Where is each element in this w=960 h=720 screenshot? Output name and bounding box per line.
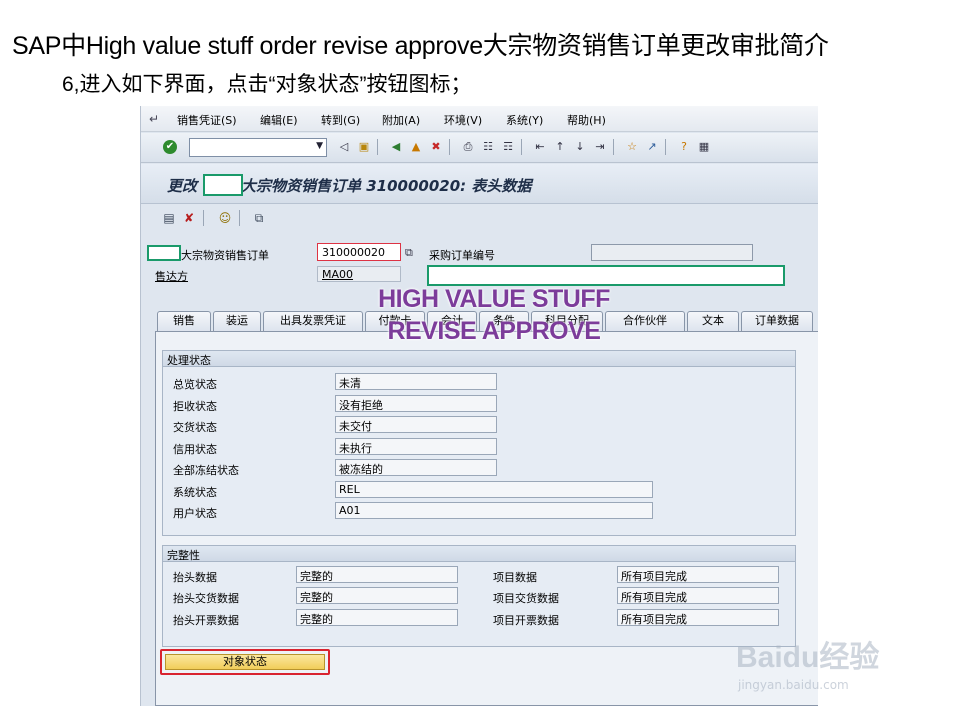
group-title: 完整性	[163, 546, 795, 562]
help-icon[interactable]: ?	[677, 140, 691, 154]
copy-icon[interactable]: ⧉	[405, 246, 413, 260]
find-icon[interactable]: ☷	[481, 140, 495, 154]
watermark-logo: Baidu经验	[736, 641, 880, 674]
slide-step-text: 6,进入如下界面，点击“对象状态”按钮图标；	[62, 73, 472, 96]
standard-toolbar: ✔ ▼ ◁ ▣ ◀ ▲ ✖ ⎙ ☷ ☶ ⇤ ↑ ↓ ⇥ ☆ ↗ ? ▦	[141, 133, 818, 163]
toolbar-separator	[521, 139, 522, 155]
tab-shipping[interactable]: 装运	[213, 311, 261, 331]
first-page-icon[interactable]: ⇤	[533, 140, 547, 154]
status-label: 信用状态	[173, 443, 217, 456]
toolbar-separator	[449, 139, 450, 155]
completeness-value: 完整的	[296, 587, 458, 604]
sold-to-label: 售达方	[155, 270, 188, 283]
completeness-value: 完整的	[296, 609, 458, 626]
back-icon[interactable]: ◀	[389, 140, 403, 154]
order-number-field[interactable]: 310000020	[317, 243, 401, 261]
menu-edit[interactable]: 编辑(E)	[260, 112, 298, 128]
status-value: 未交付	[335, 416, 497, 433]
cancel-icon[interactable]: ✖	[429, 140, 443, 154]
watermark-url: jingyan.baidu.com	[738, 678, 849, 692]
overlay-line: HIGH VALUE STUFF	[378, 285, 610, 313]
redaction-box	[203, 174, 243, 196]
completeness-value: 完整的	[296, 566, 458, 583]
po-number-field[interactable]	[591, 244, 753, 261]
processing-status-group: 处理状态 总览状态 未清 拒收状态 没有拒绝 交货状态 未交付 信用状态 未执行…	[162, 350, 796, 536]
menu-goto[interactable]: 转到(G)	[321, 112, 360, 128]
status-label: 拒收状态	[173, 400, 217, 413]
screen-title-prefix: 更改	[167, 177, 198, 195]
find-next-icon[interactable]: ☶	[501, 140, 515, 154]
status-value: 未执行	[335, 438, 497, 455]
completeness-group: 完整性 抬头数据 完整的 抬头交货数据 完整的 抬头开票数据 完整的 项目数据 …	[162, 545, 796, 647]
status-value: A01	[335, 502, 653, 519]
document-flow-icon[interactable]: ⧉	[251, 210, 267, 226]
exit-icon[interactable]: ▲	[409, 140, 423, 154]
shortcut-icon[interactable]: ↗	[645, 140, 659, 154]
menu-exit-icon[interactable]: ↵	[149, 112, 159, 126]
last-page-icon[interactable]: ⇥	[593, 140, 607, 154]
status-value: 被冻结的	[335, 459, 497, 476]
baidu-watermark: Baidu经验 jingyan.baidu.com	[736, 632, 936, 704]
layout-menu-icon[interactable]: ▦	[697, 140, 711, 154]
tab-texts[interactable]: 文本	[687, 311, 739, 331]
previous-page-icon[interactable]: ↑	[553, 140, 567, 154]
slide-title: SAP中High value stuff order revise approv…	[12, 32, 829, 60]
application-toolbar: ▤ ✘ ☺ ⧉	[141, 205, 818, 231]
display-icon[interactable]: ▤	[161, 210, 177, 226]
completeness-value: 所有项目完成	[617, 609, 779, 626]
back-arrow-icon[interactable]: ◁	[337, 140, 351, 154]
toolbar-separator	[613, 139, 614, 155]
overlay-caption: HIGH VALUE STUFF REVISE APPROVE	[354, 283, 634, 347]
chevron-down-icon[interactable]: ▼	[316, 141, 323, 151]
menu-bar: ↵ 销售凭证(S) 编辑(E) 转到(G) 附加(A) 环境(V) 系统(Y) …	[141, 106, 818, 132]
status-label: 交货状态	[173, 421, 217, 434]
status-value: REL	[335, 481, 653, 498]
completeness-label: 项目交货数据	[493, 592, 559, 605]
group-title: 处理状态	[163, 351, 795, 367]
status-label: 全部冻结状态	[173, 464, 239, 477]
partner-icon[interactable]: ☺	[217, 210, 233, 226]
menu-system[interactable]: 系统(Y)	[506, 112, 543, 128]
completeness-label: 项目数据	[493, 571, 537, 584]
completeness-label: 项目开票数据	[493, 614, 559, 627]
status-value: 没有拒绝	[335, 395, 497, 412]
save-icon[interactable]: ▣	[357, 140, 371, 154]
print-icon[interactable]: ⎙	[461, 140, 475, 154]
redaction-box	[147, 245, 181, 261]
status-label: 总览状态	[173, 378, 217, 391]
highlight-frame: 对象状态	[160, 649, 330, 675]
command-field[interactable]: ▼	[189, 138, 327, 157]
status-label: 系统状态	[173, 486, 217, 499]
menu-extras[interactable]: 附加(A)	[382, 112, 420, 128]
toolbar-separator	[377, 139, 378, 155]
status-value: 未清	[335, 373, 497, 390]
menu-help[interactable]: 帮助(H)	[567, 112, 606, 128]
tab-order-data[interactable]: 订单数据	[741, 311, 813, 331]
completeness-label: 抬头数据	[173, 571, 217, 584]
sap-window: ↵ 销售凭证(S) 编辑(E) 转到(G) 附加(A) 环境(V) 系统(Y) …	[140, 106, 818, 706]
toolbar-separator	[239, 210, 240, 226]
enter-check-icon[interactable]: ✔	[163, 140, 177, 154]
completeness-label: 抬头开票数据	[173, 614, 239, 627]
overlay-line: REVISE APPROVE	[387, 317, 601, 345]
tab-sales[interactable]: 销售	[157, 311, 211, 331]
object-status-button[interactable]: 对象状态	[165, 654, 325, 670]
new-session-icon[interactable]: ☆	[625, 140, 639, 154]
po-number-label: 采购订单编号	[429, 249, 495, 262]
menu-sales-document[interactable]: 销售凭证(S)	[177, 112, 237, 128]
order-label: 大宗物资销售订单	[181, 249, 269, 262]
screen-title-bar: 更改 大宗物资销售订单 310000020: 表头数据	[141, 164, 818, 204]
tab-billing-document[interactable]: 出具发票凭证	[263, 311, 363, 331]
sold-to-field[interactable]: MA00	[317, 266, 401, 282]
completeness-value: 所有项目完成	[617, 587, 779, 604]
completeness-label: 抬头交货数据	[173, 592, 239, 605]
reject-icon[interactable]: ✘	[181, 210, 197, 226]
menu-environment[interactable]: 环境(V)	[444, 112, 482, 128]
completeness-value: 所有项目完成	[617, 566, 779, 583]
screen-title-suffix: 大宗物资销售订单 310000020: 表头数据	[241, 177, 532, 195]
status-label: 用户状态	[173, 507, 217, 520]
toolbar-separator	[203, 210, 204, 226]
next-page-icon[interactable]: ↓	[573, 140, 587, 154]
toolbar-separator	[665, 139, 666, 155]
